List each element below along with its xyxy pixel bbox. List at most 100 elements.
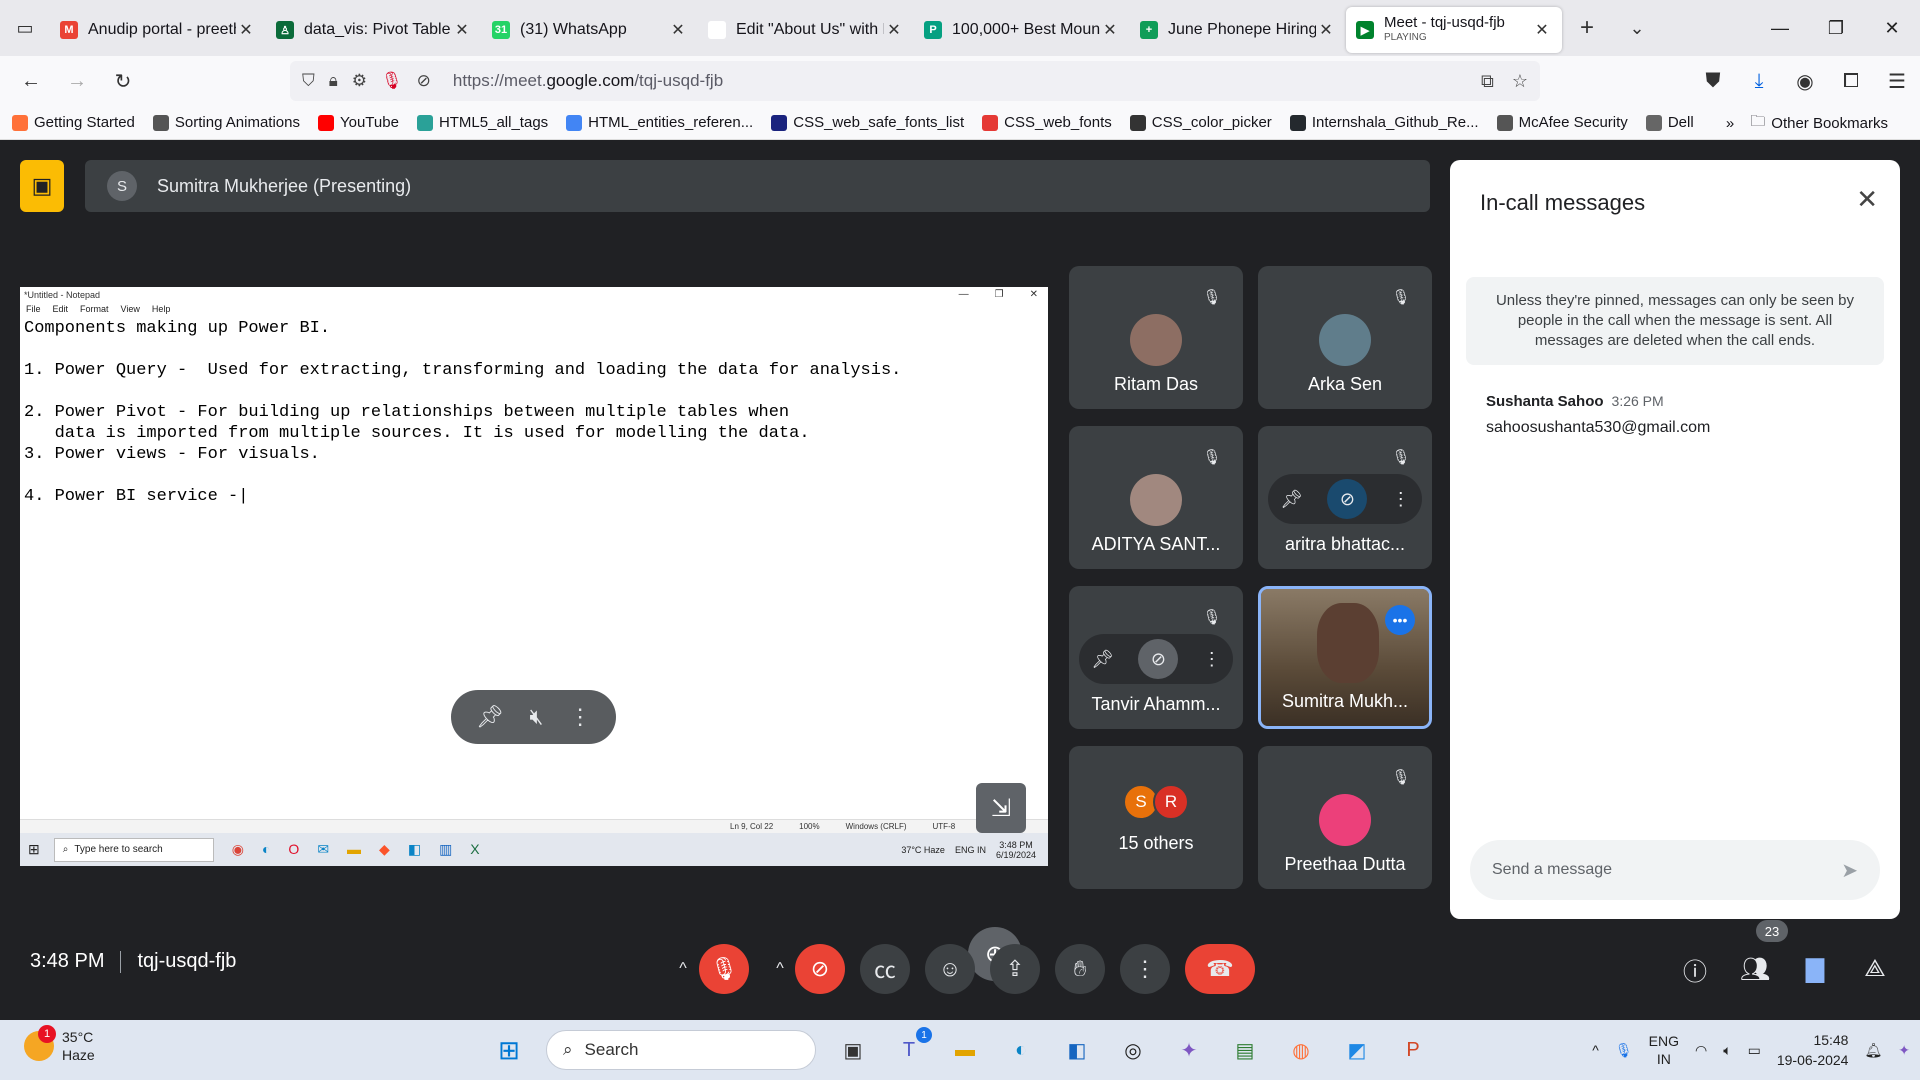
picture-in-picture-icon[interactable]: ⇲ [976,783,1026,833]
start-icon[interactable]: ⊞ [490,1031,528,1069]
browser-tab[interactable]: Edit "About Us" with Elem✕ [698,8,914,52]
lock-icon[interactable]: 🔒︎ [329,71,338,91]
menu-icon[interactable]: ☰ [1874,61,1920,101]
browser-tab[interactable]: ▶ Meet - tqj-usqd-fjb PLAYING ✕ [1346,7,1562,53]
restore-icon[interactable]: ❐ [1808,0,1864,56]
participant-tile[interactable]: 🎙︎ Preethaa Dutta [1258,746,1432,889]
reload-icon[interactable]: ↻ [100,61,146,101]
file-explorer-icon[interactable]: ▬ [946,1031,984,1069]
shield-icon[interactable]: ⛉ [302,71,315,91]
participant-tile[interactable]: 🎙︎ Arka Sen [1258,266,1432,409]
extensions-icon[interactable]: ⧠ [1828,61,1874,101]
tab-overflow-icon[interactable]: ⌄ [1612,0,1662,56]
weather-widget[interactable]: 1 35°C Haze [24,1025,95,1064]
language-indicator[interactable]: ENG IN [1649,1032,1679,1068]
minimize-icon[interactable]: — [1752,0,1808,56]
message-input[interactable]: Send a message ➤ [1470,840,1880,900]
bookmark-star-icon[interactable]: ☆ [1512,71,1528,92]
mute-tile-icon[interactable]: 🔇︎ [530,704,544,730]
close-window-icon[interactable]: ✕ [1864,0,1920,56]
browser-tab[interactable]: M Anudip portal - preeth ✕ [50,8,266,52]
bookmark-item[interactable]: HTML_entities_referen... [566,114,753,131]
bookmark-item[interactable]: Internshala_Github_Re... [1289,114,1479,131]
meeting-details-icon[interactable]: ⓘ [1670,944,1720,994]
clock[interactable]: 15:48 19-06-2024 [1777,1030,1849,1070]
powerpoint-icon[interactable]: P [1394,1031,1432,1069]
bookmark-item[interactable]: HTML5_all_tags [416,114,548,131]
emoji-icon[interactable]: ☺ [925,944,975,994]
send-icon[interactable]: ➤ [1841,858,1858,883]
download-icon[interactable]: ⤓ [1736,61,1782,101]
firefox-icon[interactable]: ◍ [1282,1031,1320,1069]
tab-close-icon[interactable]: ✕ [236,20,256,40]
tab-close-icon[interactable]: ✕ [884,20,904,40]
back-icon[interactable]: ← [8,61,54,101]
others-tile[interactable]: S R 15 others [1069,746,1243,889]
screen-share-view[interactable]: *Untitled - Notepad — ❐ ✕ File Edit Format Vi… [20,287,1048,866]
tab-close-icon[interactable]: ✕ [452,20,472,40]
leave-call-icon[interactable]: ☎ [1185,944,1255,994]
bookmark-item[interactable]: CSS_web_safe_fonts_list [771,114,964,131]
teams-icon[interactable]: T1 [890,1027,932,1069]
tab-close-icon[interactable]: ✕ [1316,20,1336,40]
close-icon[interactable]: ✕ [1856,184,1878,215]
camera-off-icon[interactable]: ⊘ [795,944,845,994]
address-bar[interactable]: ⛉ 🔒︎ ⚙ 🎙︎ ⊘ https://meet.google.com/tqj-… [290,61,1540,101]
microphone-icon[interactable]: 🎙︎ [381,71,403,91]
volume-icon[interactable]: 🔈︎ [1723,1042,1731,1059]
audio-options-icon[interactable]: ^ [669,944,697,994]
more-options-icon[interactable]: ⋮ [1120,944,1170,994]
bookmark-item[interactable]: Dell [1645,114,1694,131]
participant-tile[interactable]: 🎙︎ Ritam Das [1069,266,1243,409]
browser-tab[interactable]: 31 (31) WhatsApp ✕ [482,8,698,52]
tab-close-icon[interactable]: ✕ [668,20,688,40]
paint-icon[interactable]: ◩ [1338,1031,1376,1069]
participant-tile[interactable]: 🎙︎ 📌︎ ⊘ ⋮ Tanvir Ahamm... [1069,586,1243,729]
wifi-icon[interactable]: ◠ [1695,1042,1707,1059]
presentation-icon[interactable]: ▣ [20,160,64,212]
participant-tile[interactable]: 🎙︎ ADITYA SANT... [1069,426,1243,569]
bookmark-item[interactable]: CSS_web_fonts [982,114,1112,131]
notification-icon[interactable]: 🔔︎ [1864,1042,1882,1059]
participant-tile[interactable]: 🎙︎ 📌︎ ⊘ ⋮ aritra bhattac... [1258,426,1432,569]
bookmark-item[interactable]: McAfee Security [1496,114,1628,131]
unpin-icon[interactable]: 📌︎ [476,704,504,730]
tab-close-icon[interactable]: ✕ [1532,20,1552,40]
more-options-icon[interactable]: ⋮ [569,704,591,730]
battery-icon[interactable]: ▭ [1748,1042,1761,1059]
task-view-icon[interactable]: ▣ [834,1031,872,1069]
new-tab-icon[interactable]: + [1562,0,1612,56]
copilot-tray-icon[interactable]: ✦ [1898,1042,1910,1059]
more-options-icon[interactable]: ••• [1385,605,1415,635]
pocket-icon[interactable]: ⛊ [1690,61,1736,101]
microphone-tray-icon[interactable]: 🎙︎ [1615,1042,1633,1059]
dell-icon[interactable]: ◎ [1114,1031,1152,1069]
bookmark-item[interactable]: CSS_color_picker [1129,114,1272,131]
activities-icon[interactable]: ⟁ [1850,944,1900,994]
more-options-icon[interactable]: ⋮ [1392,489,1410,510]
more-options-icon[interactable]: ⋮ [1203,649,1221,670]
bookmarks-overflow-icon[interactable]: » [1726,115,1734,132]
browser-tab[interactable]: P 100,000+ Best Mounta ✕ [914,8,1130,52]
tray-overflow-icon[interactable]: ^ [1592,1042,1599,1058]
participant-tile-active[interactable]: ••• Sumitra Mukh... [1258,586,1432,729]
bookmark-item[interactable]: Getting Started [12,114,135,131]
video-options-icon[interactable]: ^ [766,944,794,994]
taskbar-search[interactable]: ⌕ Search [546,1030,816,1070]
raise-hand-icon[interactable]: ✋︎ [1055,944,1105,994]
browser-tab[interactable]: ♙ data_vis: Pivot Table ✕ [266,8,482,52]
mute-tile-icon[interactable]: ⊘ [1327,479,1368,519]
tab-list-icon[interactable]: ▭ [0,0,50,56]
tab-close-icon[interactable]: ✕ [1100,20,1120,40]
pin-icon[interactable]: 📌︎ [1091,649,1114,670]
bookmark-item[interactable]: Sorting Animations [152,114,300,131]
chat-icon[interactable]: ▇ [1790,944,1840,994]
edge-icon[interactable]: ◐ [1002,1031,1040,1069]
camera-blocked-icon[interactable]: ⊘ [417,71,431,91]
remote-desktop-icon[interactable]: ▤ [1226,1031,1264,1069]
present-screen-icon[interactable]: ⇪ [990,944,1040,994]
store-icon[interactable]: ◧ [1058,1031,1096,1069]
account-icon[interactable]: ◉ [1782,61,1828,101]
copilot-icon[interactable]: ✦ [1170,1031,1208,1069]
other-bookmarks[interactable]: 🗀 Other Bookmarks [1750,111,1888,136]
